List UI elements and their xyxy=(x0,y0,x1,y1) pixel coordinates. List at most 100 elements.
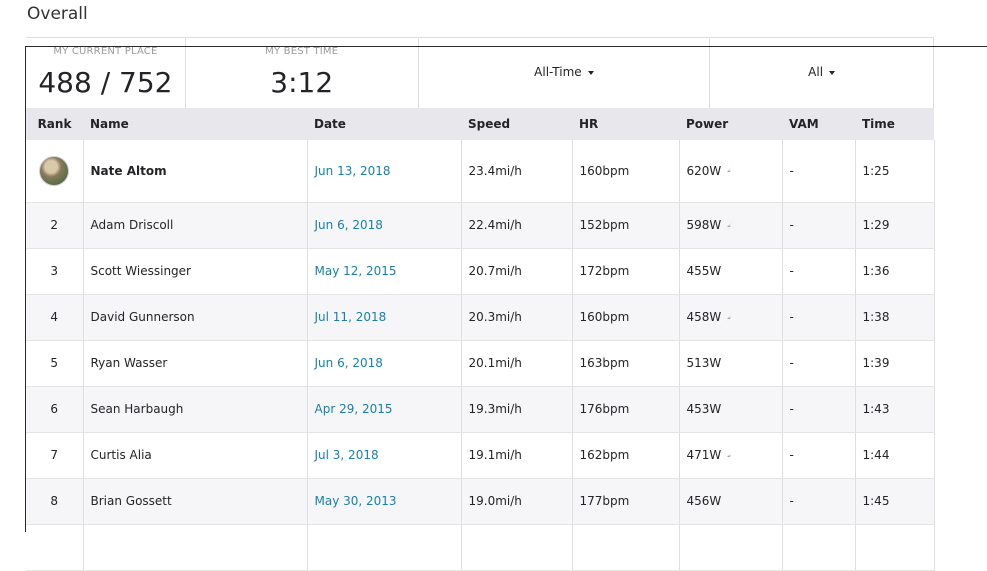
header-time[interactable]: Time xyxy=(855,108,934,140)
time-cell: 1:39 xyxy=(854,340,935,387)
group-filter-label: All xyxy=(808,65,824,79)
power-value: 513W xyxy=(686,356,722,370)
avatar[interactable] xyxy=(39,155,70,186)
power-value: 471W xyxy=(686,448,722,462)
activity-date-link[interactable]: Jun 13, 2018 xyxy=(306,140,461,203)
time-filter-button[interactable]: All-Time xyxy=(419,65,710,79)
table-row[interactable] xyxy=(26,524,935,571)
rank-cell: 3 xyxy=(26,248,83,295)
header-hr[interactable]: HR xyxy=(572,108,679,140)
activity-date-link[interactable]: Jun 6, 2018 xyxy=(306,202,461,249)
power-value: 455W xyxy=(686,264,722,278)
table-row[interactable]: 2 Adam Driscoll Jun 6, 2018 22.4mi/h 152… xyxy=(26,202,935,249)
header-vam[interactable]: VAM xyxy=(782,108,855,140)
section-title: Overall xyxy=(27,4,88,24)
time-filter-label: All-Time xyxy=(534,65,582,79)
power-cell: 456W xyxy=(678,478,782,525)
vam-cell: - xyxy=(781,248,855,295)
hr-cell: 160bpm xyxy=(571,294,679,341)
hr-cell: 176bpm xyxy=(571,386,679,433)
athlete-name-link[interactable]: Curtis Alia xyxy=(82,432,307,479)
athlete-name-link[interactable]: Sean Harbaugh xyxy=(82,386,307,433)
hr-cell: 160bpm xyxy=(571,140,679,203)
power-cell: 598W xyxy=(678,202,782,249)
rank-cell: 4 xyxy=(26,294,83,341)
speed-cell: 19.3mi/h xyxy=(460,386,572,433)
header-speed[interactable]: Speed xyxy=(461,108,572,140)
speed-cell: 22.4mi/h xyxy=(460,202,572,249)
time-cell: 1:36 xyxy=(854,248,935,295)
athlete-name-link[interactable] xyxy=(82,524,307,571)
header-date[interactable]: Date xyxy=(307,108,461,140)
rank-cell: 2 xyxy=(26,202,83,249)
vam-cell xyxy=(781,524,855,571)
table-row[interactable]: 3 Scott Wiessinger May 12, 2015 20.7mi/h… xyxy=(26,248,935,295)
activity-date-link[interactable]: Jun 6, 2018 xyxy=(306,340,461,387)
table-header-row: Rank Name Date Speed HR Power VAM Time xyxy=(26,108,934,140)
athlete-name-link[interactable]: Brian Gossett xyxy=(82,478,307,525)
activity-date-link[interactable]: Jul 11, 2018 xyxy=(306,294,461,341)
header-rank[interactable]: Rank xyxy=(26,108,83,140)
stats-bar: MY CURRENT PLACE 488 / 752 MY BEST TIME … xyxy=(26,37,934,108)
power-cell: 513W xyxy=(678,340,782,387)
best-time-value: 3:12 xyxy=(270,66,334,99)
rank-cell: 7 xyxy=(26,432,83,479)
athlete-name-link[interactable]: Adam Driscoll xyxy=(82,202,307,249)
overlay-top-border xyxy=(25,46,987,47)
caret-down-icon xyxy=(587,70,594,75)
power-value: 456W xyxy=(686,494,722,508)
group-filter-dropdown[interactable]: All xyxy=(709,38,933,108)
athlete-name-link[interactable]: Scott Wiessinger xyxy=(82,248,307,295)
speed-cell: 20.7mi/h xyxy=(460,248,572,295)
vam-cell: - xyxy=(781,294,855,341)
hr-cell: 172bpm xyxy=(571,248,679,295)
caret-down-icon xyxy=(829,70,836,75)
power-value: 458W xyxy=(686,310,722,324)
activity-date-link[interactable]: Apr 29, 2015 xyxy=(306,386,461,433)
power-meter-icon xyxy=(726,312,734,323)
power-cell: 453W xyxy=(678,386,782,433)
athlete-name-link[interactable]: David Gunnerson xyxy=(82,294,307,341)
header-power[interactable]: Power xyxy=(679,108,782,140)
power-meter-icon xyxy=(726,166,734,177)
vam-cell: - xyxy=(781,478,855,525)
activity-date-link[interactable]: May 30, 2013 xyxy=(306,478,461,525)
hr-cell: 177bpm xyxy=(571,478,679,525)
header-name[interactable]: Name xyxy=(83,108,307,140)
table-row[interactable]: 6 Sean Harbaugh Apr 29, 2015 19.3mi/h 17… xyxy=(26,386,935,433)
table-row[interactable]: 7 Curtis Alia Jul 3, 2018 19.1mi/h 162bp… xyxy=(26,432,935,479)
vam-cell: - xyxy=(781,432,855,479)
time-filter-dropdown[interactable]: All-Time xyxy=(417,38,710,108)
table-row[interactable]: 4 David Gunnerson Jul 11, 2018 20.3mi/h … xyxy=(26,294,935,341)
vam-cell: - xyxy=(781,140,855,203)
power-cell: 458W xyxy=(678,294,782,341)
table-row[interactable]: 8 Brian Gossett May 30, 2013 19.0mi/h 17… xyxy=(26,478,935,525)
best-time-label: MY BEST TIME xyxy=(265,46,339,57)
power-cell: 620W xyxy=(678,140,782,203)
activity-date-link[interactable]: May 12, 2015 xyxy=(306,248,461,295)
group-filter-button[interactable]: All xyxy=(710,65,933,79)
power-value: 620W xyxy=(686,163,722,178)
power-value: 453W xyxy=(686,402,722,416)
activity-date-link[interactable] xyxy=(306,524,461,571)
activity-date-link[interactable]: Jul 3, 2018 xyxy=(306,432,461,479)
overlay-left-border xyxy=(25,46,26,532)
power-cell xyxy=(678,524,782,571)
rank-cell xyxy=(26,524,83,571)
speed-cell: 20.3mi/h xyxy=(460,294,572,341)
time-cell: 1:44 xyxy=(854,432,935,479)
table-row[interactable]: 5 Ryan Wasser Jun 6, 2018 20.1mi/h 163bp… xyxy=(26,340,935,387)
athlete-name-link[interactable]: Nate Altom xyxy=(82,140,307,203)
athlete-name-link[interactable]: Ryan Wasser xyxy=(82,340,307,387)
power-meter-icon xyxy=(726,450,734,461)
power-cell: 471W xyxy=(678,432,782,479)
speed-cell: 19.1mi/h xyxy=(460,432,572,479)
time-cell: 1:43 xyxy=(854,386,935,433)
time-cell xyxy=(854,524,935,571)
power-meter-icon xyxy=(726,220,734,231)
power-cell: 455W xyxy=(678,248,782,295)
speed-cell: 23.4mi/h xyxy=(460,140,572,203)
vam-cell: - xyxy=(781,202,855,249)
table-row[interactable]: Nate Altom Jun 13, 2018 23.4mi/h 160bpm … xyxy=(26,140,935,203)
speed-cell xyxy=(460,524,572,571)
